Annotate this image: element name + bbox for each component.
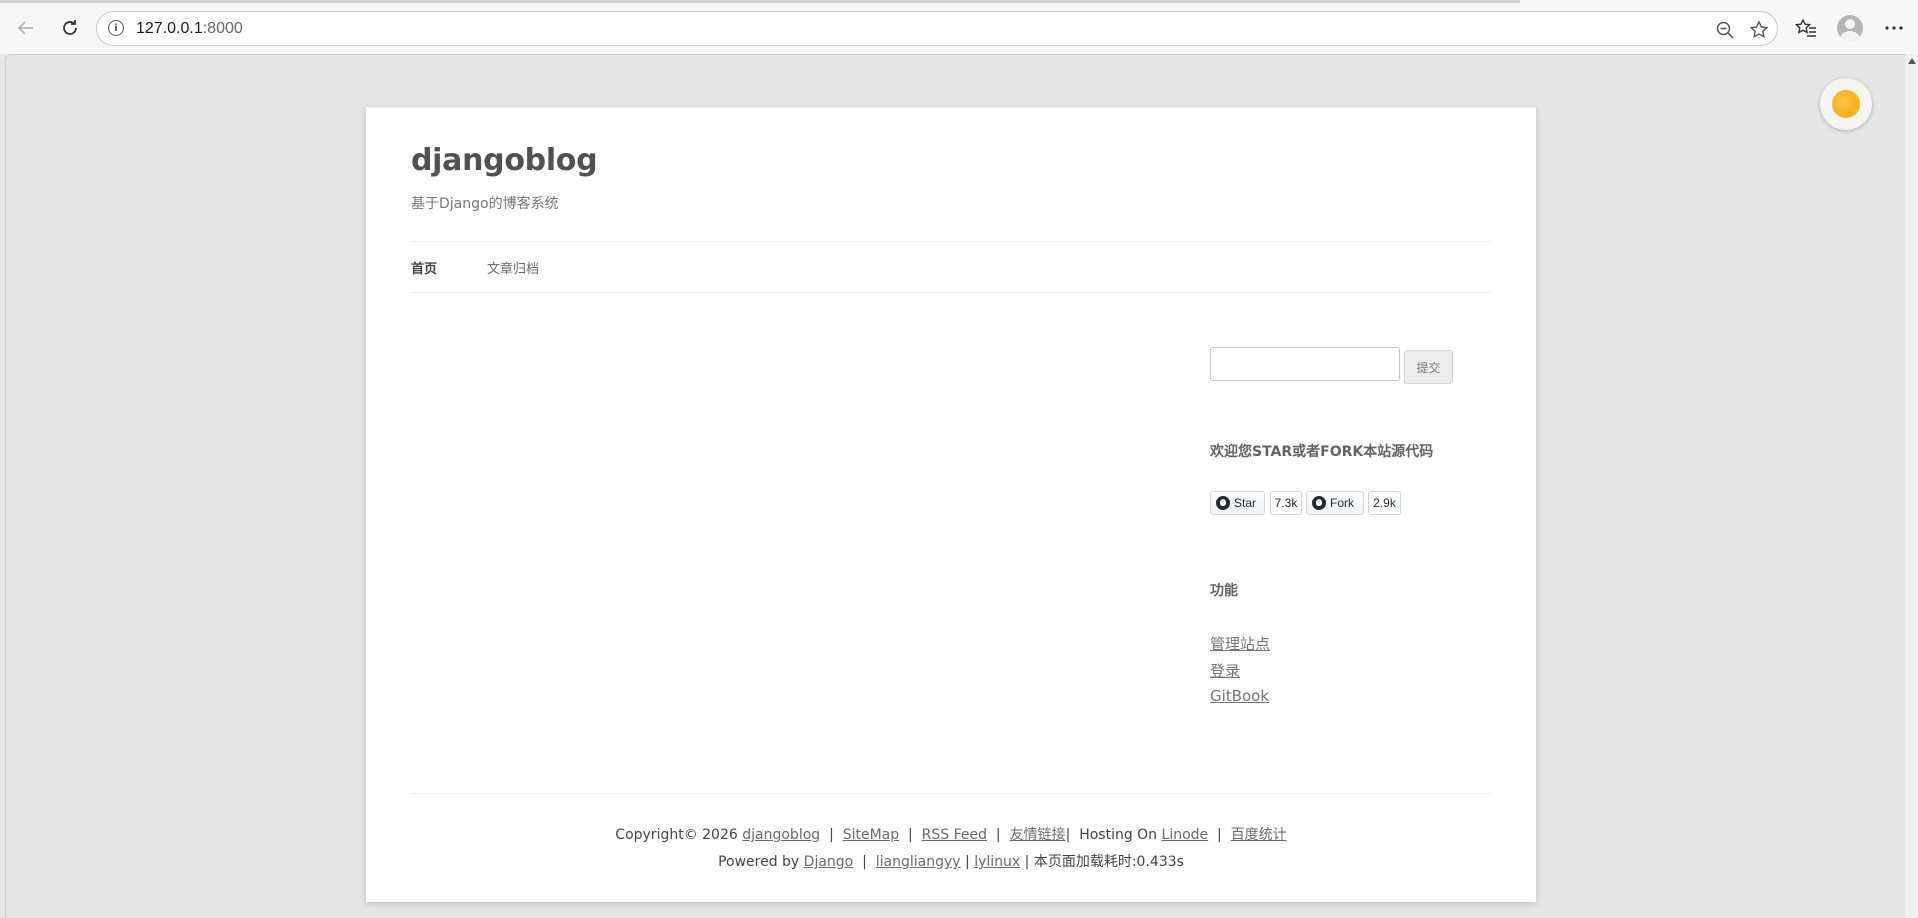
github-fork-count[interactable]: 2.9k xyxy=(1368,491,1401,515)
favorites-icon[interactable] xyxy=(1790,12,1822,44)
author-link-liangliangyy[interactable]: liangliangyy xyxy=(876,854,961,870)
linode-link[interactable]: Linode xyxy=(1162,827,1209,843)
more-icon[interactable] xyxy=(1878,12,1910,44)
site-info-icon[interactable]: i xyxy=(108,20,124,36)
site-description: 基于Django的博客系统 xyxy=(411,196,559,212)
reload-icon[interactable] xyxy=(54,12,86,44)
admin-site-link[interactable]: 管理站点 xyxy=(1210,633,1270,654)
hosting-on-text: Hosting On xyxy=(1079,827,1158,843)
github-icon xyxy=(1216,496,1230,510)
footer-divider xyxy=(411,793,1491,794)
main-navigation: 首页 文章归档 xyxy=(411,241,1491,293)
footer-site-link[interactable]: djangoblog xyxy=(742,827,820,843)
address-bar[interactable]: i 127.0.0.1:8000 xyxy=(96,11,1778,46)
load-time-text: 本页面加载耗时:0.433s xyxy=(1033,854,1184,870)
scrollbar[interactable] xyxy=(1906,54,1918,918)
footer-line-1: Copyright© 2026 djangoblog | SiteMap | R… xyxy=(615,827,1287,843)
back-icon[interactable] xyxy=(10,12,42,44)
nav-item-archive[interactable]: 文章归档 xyxy=(487,258,539,277)
gitbook-link[interactable]: GitBook xyxy=(1210,687,1269,705)
author-link-lylinux[interactable]: lylinux xyxy=(974,854,1020,870)
login-link[interactable]: 登录 xyxy=(1210,660,1240,681)
search-submit-button[interactable]: 提交 xyxy=(1404,350,1453,384)
avatar xyxy=(1837,15,1863,41)
profile-icon[interactable] xyxy=(1834,12,1866,44)
github-widget-title: 欢迎您STAR或者FORK本站源代码 xyxy=(1210,444,1434,460)
github-star-label: Star xyxy=(1234,496,1257,510)
copyright-text: Copyright© 2026 xyxy=(615,827,738,843)
friend-links-link[interactable]: 友情链接 xyxy=(1010,827,1066,843)
github-fork-button[interactable]: Fork xyxy=(1306,491,1364,515)
site-title[interactable]: djangoblog xyxy=(411,143,598,178)
favorite-star-icon[interactable] xyxy=(1747,18,1771,42)
django-link[interactable]: Django xyxy=(804,854,854,870)
url-port: :8000 xyxy=(202,20,243,37)
functions-widget-title: 功能 xyxy=(1210,583,1238,599)
search-input[interactable] xyxy=(1210,347,1400,381)
url-host: 127.0.0.1 xyxy=(136,20,203,37)
github-icon xyxy=(1312,496,1326,510)
tab-strip xyxy=(0,0,1918,3)
powered-by-text: Powered by xyxy=(718,854,800,870)
baidu-stats-link[interactable]: 百度统计 xyxy=(1231,827,1287,843)
rss-feed-link[interactable]: RSS Feed xyxy=(922,827,987,843)
theme-toggle-button[interactable] xyxy=(1820,78,1872,130)
url-text[interactable]: 127.0.0.1:8000 xyxy=(136,20,243,38)
github-star-count[interactable]: 7.3k xyxy=(1270,491,1302,515)
nav-item-home[interactable]: 首页 xyxy=(411,258,437,277)
browser-toolbar: i 127.0.0.1:8000 xyxy=(0,0,1918,54)
sun-icon xyxy=(1834,92,1858,116)
page-container: djangoblog 基于Django的博客系统 首页 文章归档 提交 欢迎您S… xyxy=(366,107,1536,902)
github-fork-label: Fork xyxy=(1330,496,1354,510)
zoom-out-icon[interactable] xyxy=(1713,18,1737,42)
github-star-button[interactable]: Star xyxy=(1210,491,1265,515)
sitemap-link[interactable]: SiteMap xyxy=(843,827,899,843)
scroll-up-arrow-icon[interactable] xyxy=(1908,58,1916,64)
footer-line-2: Powered by Django | liangliangyy | lylin… xyxy=(718,854,1184,870)
